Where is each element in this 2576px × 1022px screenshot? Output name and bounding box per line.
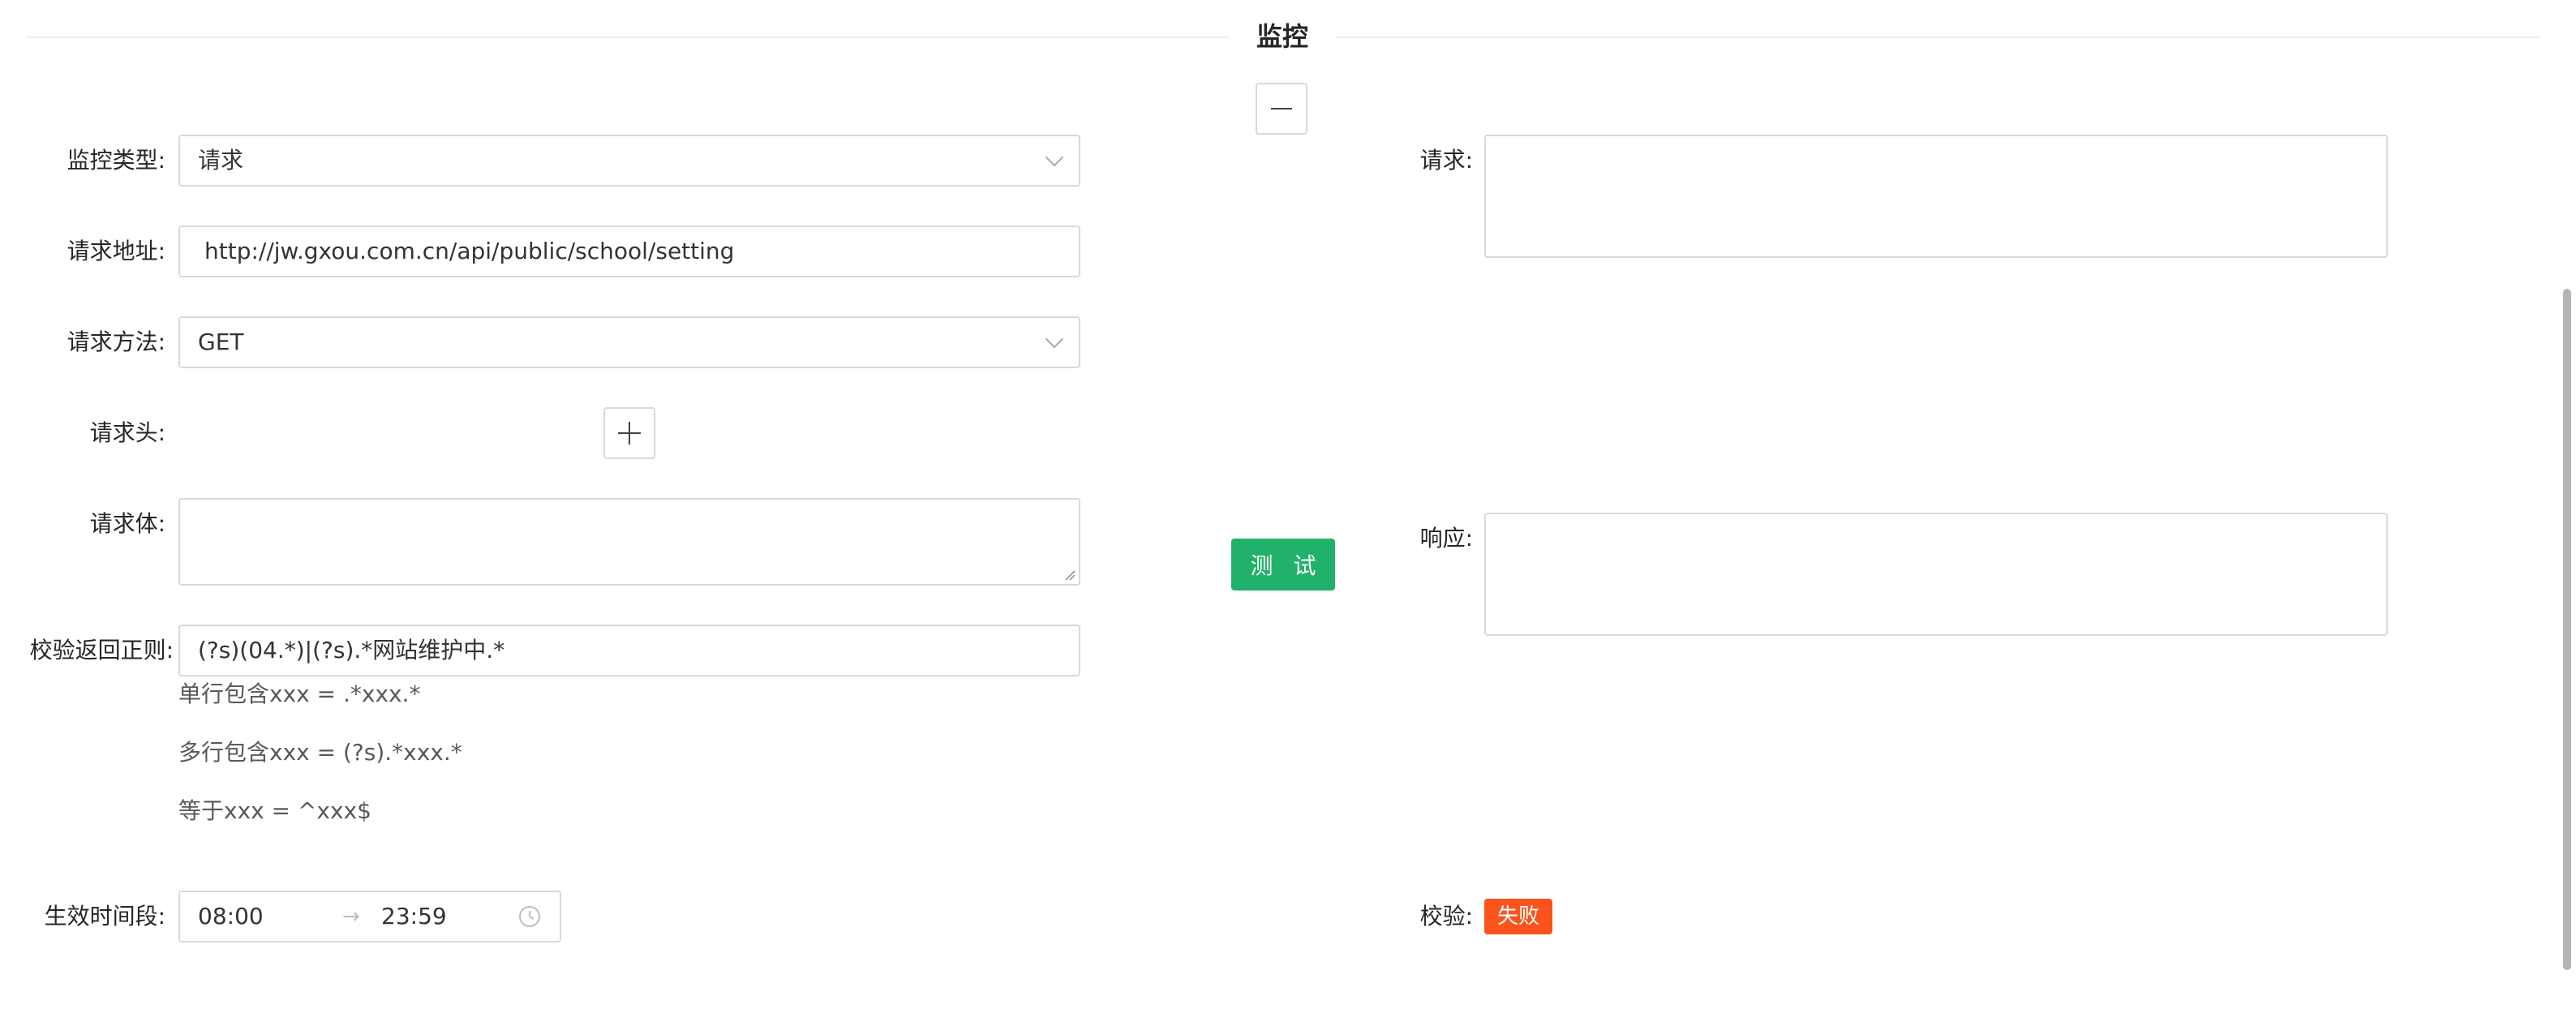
remove-monitor-button[interactable] (1256, 83, 1307, 135)
request-url-input[interactable]: http://jw.gxou.com.cn/api/public/school/… (178, 225, 1080, 277)
result-response-label: 响应: (1419, 525, 1473, 552)
test-button[interactable]: 测 试 (1231, 539, 1335, 590)
monitor-type-select[interactable]: 请求 (178, 135, 1080, 187)
minus-icon (1271, 108, 1292, 110)
resize-handle-icon[interactable] (1064, 569, 1075, 581)
regex-value: (?s)(04.*)|(?s).*网站维护中.* (198, 637, 505, 663)
arrow-right-icon: → (342, 904, 360, 929)
regex-input[interactable]: (?s)(04.*)|(?s).*网站维护中.* (178, 625, 1080, 676)
result-request-textarea[interactable] (1484, 135, 2388, 258)
regex-hint-equals: 等于xxx = ^xxx$ (178, 797, 371, 824)
time-end-value[interactable]: 23:59 (381, 900, 447, 933)
monitor-type-label: 监控类型: (67, 147, 165, 174)
monitor-page: 监控 监控类型: 请求 请求地址: http://jw.gxou.com.cn/… (0, 0, 2576, 1022)
status-badge: 失败 (1484, 899, 1553, 934)
monitor-type-value: 请求 (198, 147, 244, 174)
section-divider-left (26, 36, 1230, 38)
plus-icon (618, 422, 641, 444)
time-range-picker[interactable]: 08:00 → 23:59 (178, 891, 561, 943)
result-response-textarea[interactable] (1484, 513, 2388, 636)
regex-label: 校验返回正则: (29, 637, 174, 663)
result-check-label: 校验: (1419, 903, 1473, 930)
section-divider-right (1335, 36, 2540, 38)
section-title: 监控 (1256, 21, 1308, 52)
request-method-value: GET (198, 328, 244, 355)
chevron-down-icon (1045, 148, 1064, 167)
clock-icon (519, 906, 540, 927)
request-body-textarea[interactable] (178, 498, 1080, 586)
result-request-label: 请求: (1419, 147, 1473, 174)
request-method-select[interactable]: GET (178, 316, 1080, 368)
time-start-value[interactable]: 08:00 (198, 900, 264, 933)
chevron-down-icon (1045, 329, 1064, 349)
add-header-button[interactable] (603, 407, 655, 459)
request-url-label: 请求地址: (67, 238, 165, 264)
regex-hint-multi-line: 多行包含xxx = (?s).*xxx.* (178, 739, 462, 766)
request-headers-label: 请求头: (89, 419, 165, 446)
request-url-value: http://jw.gxou.com.cn/api/public/school/… (204, 238, 735, 264)
scrollbar[interactable] (2563, 289, 2571, 970)
time-range-label: 生效时间段: (44, 903, 165, 930)
regex-hint-single-line: 单行包含xxx = .*xxx.* (178, 681, 421, 707)
request-method-label: 请求方法: (67, 328, 165, 355)
request-body-label: 请求体: (89, 510, 165, 537)
